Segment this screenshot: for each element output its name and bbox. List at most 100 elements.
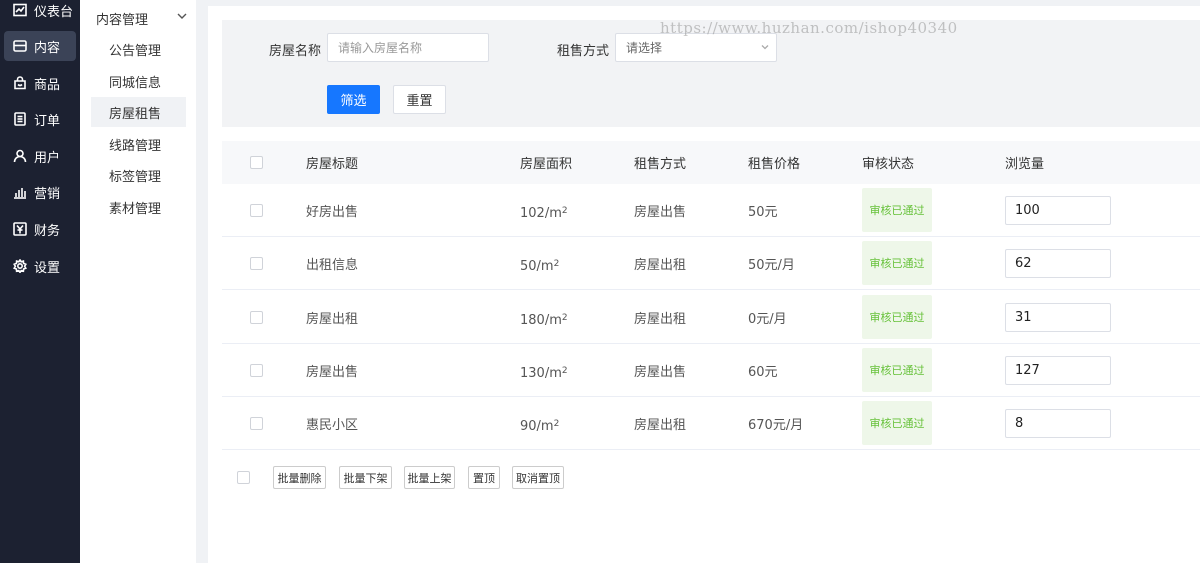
status-badge: 审核已通过 xyxy=(862,188,932,232)
rent-price: 50元/月 xyxy=(748,258,795,273)
submenu-item-materials[interactable]: 素材管理 xyxy=(91,192,186,222)
nav-item-orders[interactable]: 订单 xyxy=(4,104,76,134)
nav-item-settings[interactable]: 设置 xyxy=(4,251,76,281)
col-views: 浏览量 xyxy=(1005,157,1045,172)
submenu-item-local-info[interactable]: 同城信息 xyxy=(91,66,186,96)
views-input[interactable]: 127 xyxy=(1005,356,1111,385)
house-area: 90/m 2 xyxy=(520,397,559,450)
house-area: 130/m 2 xyxy=(520,344,568,397)
views-input[interactable]: 8 xyxy=(1005,409,1111,438)
house-title: 好房出售 xyxy=(306,205,359,220)
top-strip xyxy=(208,0,1200,6)
rent-price: 0元/月 xyxy=(748,312,787,327)
nav-item-label: 仪表台 xyxy=(34,4,74,20)
select-all-checkbox[interactable] xyxy=(250,156,263,169)
nav-item-content[interactable]: 内容 xyxy=(4,31,76,61)
nav-item-label: 设置 xyxy=(34,260,61,276)
house-area: 102/m 2 xyxy=(520,184,568,237)
views-input[interactable]: 100 xyxy=(1005,196,1111,225)
submenu-item-tags[interactable]: 标签管理 xyxy=(91,160,186,190)
area-value: 130 xyxy=(520,366,545,381)
row-checkbox[interactable] xyxy=(250,257,263,270)
row-checkbox[interactable] xyxy=(250,364,263,377)
nav-item-label: 用户 xyxy=(34,150,61,166)
rent-mode-label: 租售方式 xyxy=(557,44,610,59)
table-row: 房屋出租 180/m 2 房屋出租 0元/月 审核已通过 31 xyxy=(222,291,1200,344)
area-exponent: 2 xyxy=(553,258,560,269)
submenu-item-routes[interactable]: 线路管理 xyxy=(91,129,186,159)
chevron-up-icon xyxy=(176,10,188,26)
bulk-delete-button[interactable]: 批量删除 xyxy=(273,466,326,489)
nav-item-finance[interactable]: 财务 xyxy=(4,214,76,244)
area-exponent: 2 xyxy=(561,365,568,376)
house-title: 出租信息 xyxy=(306,258,359,273)
col-status: 审核状态 xyxy=(862,157,915,172)
row-checkbox[interactable] xyxy=(250,417,263,430)
nav-item-label: 营销 xyxy=(34,186,61,202)
rent-mode: 房屋出售 xyxy=(634,365,687,380)
rent-mode-select[interactable]: 请选择 xyxy=(615,33,777,62)
rent-mode: 房屋出租 xyxy=(634,312,687,327)
house-title: 房屋出售 xyxy=(306,365,359,380)
row-checkbox[interactable] xyxy=(250,311,263,324)
col-price: 租售价格 xyxy=(748,157,801,172)
bulk-publish-button[interactable]: 批量上架 xyxy=(404,466,455,489)
table-header: 房屋标题 房屋面积 租售方式 租售价格 审核状态 浏览量 xyxy=(222,141,1200,184)
area-unit: /m xyxy=(536,419,554,434)
table-row: 房屋出售 130/m 2 房屋出售 60元 审核已通过 127 xyxy=(222,344,1200,397)
reset-button[interactable]: 重置 xyxy=(393,85,446,114)
list-icon xyxy=(13,112,27,126)
house-area: 50/m 2 xyxy=(520,237,559,290)
chevron-down-icon xyxy=(760,41,770,55)
house-name-input[interactable]: 请输入房屋名称 xyxy=(327,33,489,62)
pin-top-button[interactable]: 置顶 xyxy=(468,466,500,489)
submenu-title: 内容管理 xyxy=(96,12,149,28)
submenu-item-notices[interactable]: 公告管理 xyxy=(91,34,186,64)
watermark: https://www.huzhan.com/ishop40340 xyxy=(660,19,958,37)
user-icon xyxy=(13,149,27,163)
filter-button[interactable]: 筛选 xyxy=(327,85,380,114)
bag-icon xyxy=(13,76,27,90)
area-unit: /m xyxy=(544,313,562,328)
bar-chart-icon xyxy=(13,185,27,199)
views-input[interactable]: 62 xyxy=(1005,249,1111,278)
table-row: 好房出售 102/m 2 房屋出售 50元 审核已通过 100 xyxy=(222,184,1200,237)
area-value: 90 xyxy=(520,419,537,434)
house-title: 惠民小区 xyxy=(306,418,359,433)
nav-item-label: 商品 xyxy=(34,77,61,93)
nav-item-marketing[interactable]: 营销 xyxy=(4,177,76,207)
table-row: 惠民小区 90/m 2 房屋出租 670元/月 审核已通过 8 xyxy=(222,397,1200,450)
col-mode: 租售方式 xyxy=(634,157,687,172)
status-badge: 审核已通过 xyxy=(862,241,932,285)
rent-mode-value: 请选择 xyxy=(626,41,663,55)
status-badge: 审核已通过 xyxy=(862,401,932,445)
rent-price: 60元 xyxy=(748,365,778,380)
area-value: 180 xyxy=(520,313,545,328)
unpin-button[interactable]: 取消置顶 xyxy=(512,466,564,489)
rent-mode: 房屋出租 xyxy=(634,258,687,273)
submenu-header[interactable]: 内容管理 xyxy=(96,7,188,29)
submenu-item-housing[interactable]: 房屋租售 xyxy=(91,97,186,127)
house-name-label: 房屋名称 xyxy=(269,44,322,59)
rent-mode: 房屋出售 xyxy=(634,205,687,220)
inbox-icon xyxy=(13,39,27,53)
col-area: 房屋面积 xyxy=(520,157,573,172)
status-badge: 审核已通过 xyxy=(862,348,932,392)
row-checkbox[interactable] xyxy=(250,204,263,217)
house-area: 180/m 2 xyxy=(520,291,568,344)
views-input[interactable]: 31 xyxy=(1005,303,1111,332)
gear-icon xyxy=(13,259,27,273)
col-title: 房屋标题 xyxy=(306,157,359,172)
chart-line-icon xyxy=(13,3,27,17)
content-submenu: 内容管理 公告管理 同城信息 房屋租售 线路管理 标签管理 素材管理 xyxy=(80,0,196,563)
nav-item-dashboard[interactable]: 仪表台 xyxy=(4,0,76,25)
area-exponent: 2 xyxy=(561,312,568,323)
area-unit: /m xyxy=(544,366,562,381)
area-exponent: 2 xyxy=(561,205,568,216)
bulk-unpublish-button[interactable]: 批量下架 xyxy=(339,466,392,489)
footer-select-all-checkbox[interactable] xyxy=(237,471,250,484)
area-unit: /m xyxy=(544,206,562,221)
main-nav: 仪表台 内容 商品 订单 用户 营销 财务 设置 xyxy=(0,0,80,563)
nav-item-users[interactable]: 用户 xyxy=(4,141,76,171)
nav-item-goods[interactable]: 商品 xyxy=(4,68,76,98)
